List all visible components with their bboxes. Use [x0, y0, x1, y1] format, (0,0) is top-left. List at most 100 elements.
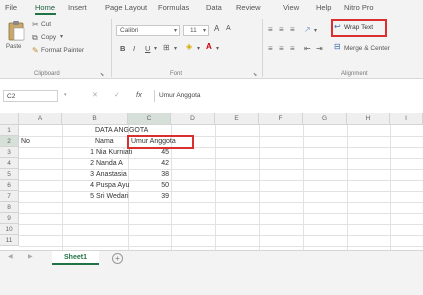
row-header-4[interactable]: 4 — [0, 158, 19, 169]
row-header-5[interactable]: 5 — [0, 169, 19, 180]
font-launcher-icon[interactable]: ⬊ — [253, 72, 257, 78]
header-no[interactable]: No — [21, 136, 30, 147]
tab-nitro-pro[interactable]: Nitro Pro — [344, 3, 374, 12]
clipboard-launcher-icon[interactable]: ⬊ — [100, 72, 104, 78]
align-middle-icon[interactable]: ≡ — [279, 26, 284, 34]
row-header-1[interactable]: 1 — [0, 125, 19, 136]
column-header-e[interactable]: E — [215, 113, 259, 125]
copy-label[interactable]: Copy — [41, 34, 56, 41]
column-header-g[interactable]: G — [303, 113, 347, 125]
column-header-d[interactable]: D — [171, 113, 215, 125]
row-header-9[interactable]: 9 — [0, 213, 19, 224]
paste-label: Paste — [6, 44, 22, 50]
chevron-down-icon[interactable]: ▾ — [154, 46, 157, 52]
shrink-font-button[interactable]: A — [226, 25, 231, 32]
table-cell-name[interactable]: Puspa Ayu — [96, 180, 129, 191]
row-header-6[interactable]: 6 — [0, 180, 19, 191]
name-box[interactable]: C2 — [3, 90, 58, 102]
tab-home[interactable]: Home — [35, 3, 55, 12]
row-header-2[interactable]: 2 — [0, 136, 19, 147]
cancel-icon[interactable]: ✕ — [92, 92, 98, 99]
formula-input[interactable]: Umur Anggota — [154, 90, 420, 102]
table-cell-no[interactable]: 3 — [62, 169, 94, 180]
underline-button[interactable]: U — [145, 44, 150, 53]
scroll-left-icon[interactable]: ◀ — [8, 254, 13, 260]
italic-button[interactable]: I — [133, 44, 135, 53]
table-cell-name[interactable]: Anastasia — [96, 169, 127, 180]
scroll-right-icon[interactable]: ▶ — [28, 254, 33, 260]
column-header-c[interactable]: C — [128, 113, 171, 125]
chevron-down-icon[interactable]: ▾ — [174, 46, 177, 52]
orientation-icon[interactable]: ↗ — [304, 26, 311, 34]
merge-center-button[interactable]: ⊟ Merge & Center — [331, 42, 423, 56]
table-cell-age[interactable]: 42 — [128, 158, 169, 169]
select-all-corner[interactable] — [0, 113, 19, 125]
tab-formulas[interactable]: Formulas — [158, 3, 189, 12]
chevron-down-icon[interactable]: ▾ — [216, 46, 219, 52]
grid-line — [19, 235, 423, 236]
table-cell-no[interactable]: 5 — [62, 191, 94, 202]
chevron-down-icon[interactable]: ▾ — [197, 46, 200, 52]
font-group-label: Font — [170, 71, 183, 77]
cut-label[interactable]: Cut — [41, 21, 51, 28]
format-painter-label[interactable]: Format Painter — [41, 47, 84, 54]
column-header-f[interactable]: F — [259, 113, 303, 125]
tab-help[interactable]: Help — [316, 3, 331, 12]
sheet-tab-sheet1[interactable]: Sheet1 — [52, 251, 99, 265]
fill-color-icon[interactable]: ◈ — [186, 43, 192, 51]
tab-page-layout[interactable]: Page Layout — [105, 3, 147, 12]
tab-insert[interactable]: Insert — [68, 3, 87, 12]
increase-indent-icon[interactable]: ⇥ — [316, 45, 323, 53]
tab-review[interactable]: Review — [236, 3, 261, 12]
align-center-icon[interactable]: ≡ — [279, 45, 284, 53]
column-header-a[interactable]: A — [19, 113, 62, 125]
row-header-3[interactable]: 3 — [0, 147, 19, 158]
table-cell-name[interactable]: Nia Kurniati — [96, 147, 132, 158]
cut-icon[interactable]: ✂ — [32, 21, 39, 29]
format-painter-icon[interactable]: ✎ — [32, 47, 39, 55]
table-cell-age[interactable]: 39 — [128, 191, 169, 202]
table-cell-age[interactable]: 38 — [128, 169, 169, 180]
insert-function-icon[interactable]: fx — [136, 91, 142, 99]
table-cell-no[interactable]: 2 — [62, 158, 94, 169]
tab-file[interactable]: File — [5, 3, 17, 12]
align-left-icon[interactable]: ≡ — [268, 45, 273, 53]
copy-icon[interactable]: ⧉ — [32, 34, 38, 42]
align-bottom-icon[interactable]: ≡ — [290, 26, 295, 34]
chevron-down-icon[interactable]: ▾ — [64, 93, 67, 98]
chevron-down-icon[interactable]: ▾ — [314, 28, 317, 34]
bold-button[interactable]: B — [120, 44, 125, 53]
column-header-i[interactable]: I — [390, 113, 423, 125]
table-cell-age[interactable]: 45 — [128, 147, 169, 158]
column-header-h[interactable]: H — [347, 113, 390, 125]
decrease-indent-icon[interactable]: ⇤ — [304, 45, 311, 53]
borders-icon[interactable]: ⊞ — [163, 44, 170, 52]
font-size-select[interactable]: 11 ▾ — [183, 25, 209, 36]
paste-icon — [8, 21, 25, 41]
align-top-icon[interactable]: ≡ — [268, 26, 273, 34]
column-header-b[interactable]: B — [62, 113, 128, 125]
table-cell-name[interactable]: Sri Wedari — [96, 191, 129, 202]
row-header-8[interactable]: 8 — [0, 202, 19, 213]
row-header-7[interactable]: 7 — [0, 191, 19, 202]
grid-line — [19, 213, 423, 214]
tab-view[interactable]: View — [283, 3, 299, 12]
add-sheet-button[interactable]: + — [112, 253, 123, 264]
chevron-down-icon[interactable]: ▾ — [60, 34, 63, 40]
paste-button[interactable]: Paste — [6, 20, 26, 60]
table-cell-age[interactable]: 50 — [128, 180, 169, 191]
grow-font-button[interactable]: A — [214, 24, 219, 33]
table-cell-no[interactable]: 4 — [62, 180, 94, 191]
font-name-select[interactable]: Calibri ▾ — [116, 25, 180, 36]
chevron-down-icon: ▾ — [173, 28, 177, 34]
header-name[interactable]: Nama — [95, 136, 114, 147]
font-color-icon[interactable]: A — [206, 43, 212, 51]
worksheet-grid: A B C D E F G H I 1 2 3 4 5 6 7 8 9 10 1… — [0, 113, 423, 250]
enter-icon[interactable]: ✓ — [114, 92, 120, 99]
row-header-10[interactable]: 10 — [0, 224, 19, 235]
table-cell-name[interactable]: Nanda A — [96, 158, 123, 169]
table-cell-no[interactable]: 1 — [62, 147, 94, 158]
row-header-11[interactable]: 11 — [0, 235, 19, 246]
tab-data[interactable]: Data — [206, 3, 222, 12]
align-right-icon[interactable]: ≡ — [290, 45, 295, 53]
